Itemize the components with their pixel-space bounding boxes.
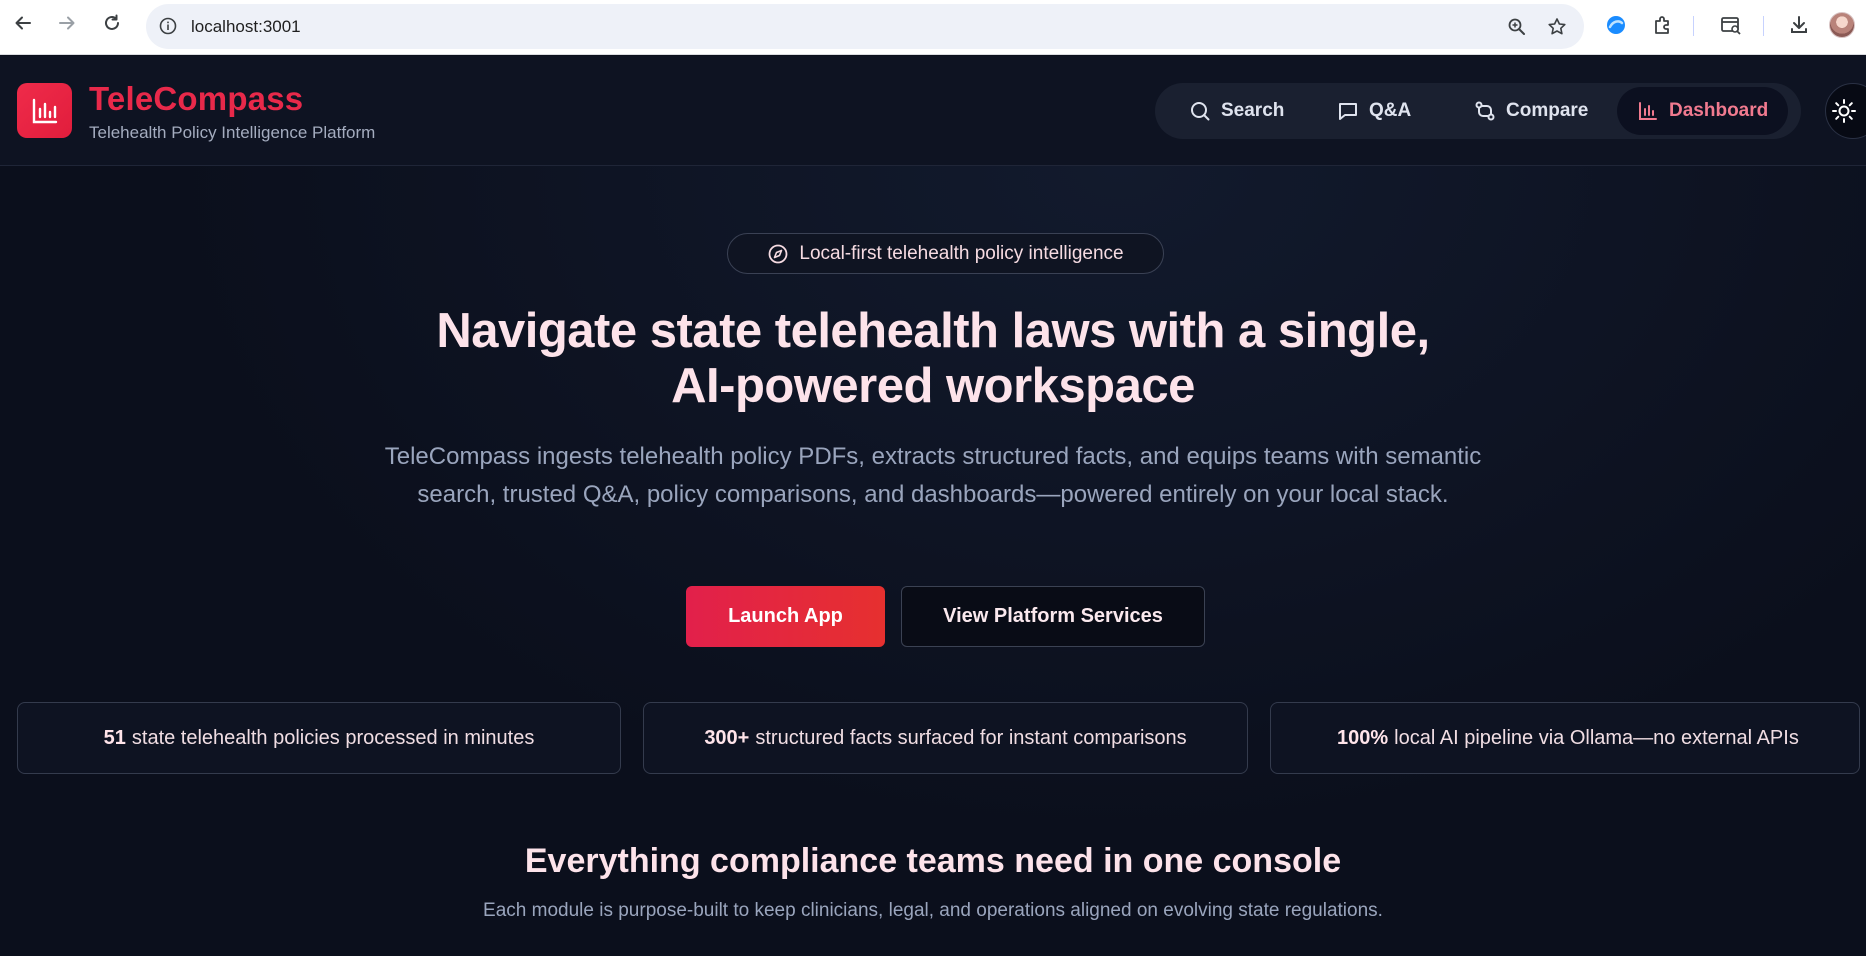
- bar-chart-icon: [1639, 102, 1657, 120]
- main-content: Local-first telehealth policy intelligen…: [0, 166, 1866, 956]
- extension-blue-icon[interactable]: [1603, 12, 1629, 38]
- sun-icon: [1832, 99, 1856, 123]
- hero-description: TeleCompass ingests telehealth policy PD…: [384, 443, 1482, 508]
- profile-avatar[interactable]: [1829, 12, 1855, 38]
- browser-toolbar: localhost:3001: [0, 0, 1866, 55]
- site-info-icon[interactable]: [158, 16, 178, 36]
- brand-subtitle: Telehealth Policy Intelligence Platform: [89, 123, 376, 142]
- nav-item-dashboard[interactable]: Dashboard: [1617, 87, 1789, 135]
- chat-icon: [1339, 103, 1357, 120]
- compass-icon: [768, 244, 788, 263]
- search-icon: [1191, 102, 1210, 121]
- stat-card: 100% local AI pipeline via Ollama—no ext…: [1270, 702, 1860, 774]
- toolbar-divider: [1693, 16, 1694, 36]
- features-description: Each module is purpose-built to keep cli…: [483, 900, 1383, 921]
- nav-label-compare: Compare: [1506, 100, 1589, 121]
- tab-search-icon[interactable]: [1718, 12, 1744, 38]
- hero-badge: Local-first telehealth policy intelligen…: [727, 233, 1164, 274]
- stat-card: 300+ structured facts surfaced for insta…: [643, 702, 1248, 774]
- zoom-icon[interactable]: [1506, 16, 1528, 38]
- stat-value: 51: [103, 726, 126, 749]
- nav-label-search: Search: [1221, 100, 1285, 121]
- extensions-puzzle-icon[interactable]: [1650, 12, 1676, 38]
- back-arrow-icon[interactable]: [12, 12, 34, 34]
- nav-item-compare[interactable]: Compare: [1454, 87, 1608, 135]
- hero-title-line1: Navigate state telehealth laws with a si…: [436, 304, 1430, 358]
- address-bar[interactable]: localhost:3001: [146, 4, 1584, 49]
- toolbar-divider: [1763, 16, 1764, 36]
- nav-item-qa[interactable]: Q&A: [1317, 87, 1431, 135]
- nav-label-qa: Q&A: [1369, 100, 1412, 121]
- theme-toggle-button[interactable]: [1825, 83, 1866, 139]
- hero-badge-text: Local-first telehealth policy intelligen…: [799, 242, 1124, 264]
- stat-card: 51 state telehealth policies processed i…: [17, 702, 621, 774]
- hero-title: Navigate state telehealth laws with a si…: [333, 304, 1533, 414]
- url-text[interactable]: localhost:3001: [191, 17, 301, 37]
- nav-label-dashboard: Dashboard: [1669, 100, 1769, 121]
- main-nav: Search Q&A Compare Dashboard: [1155, 83, 1801, 139]
- logo-bar-chart-icon[interactable]: [17, 83, 72, 138]
- reload-icon[interactable]: [101, 12, 123, 34]
- bookmark-star-icon[interactable]: [1546, 16, 1568, 38]
- nav-item-search[interactable]: Search: [1169, 87, 1304, 135]
- view-platform-services-button[interactable]: View Platform Services: [901, 586, 1205, 647]
- brand-title[interactable]: TeleCompass: [89, 80, 303, 118]
- launch-app-button[interactable]: Launch App: [686, 586, 885, 647]
- app-header: TeleCompass Telehealth Policy Intelligen…: [0, 56, 1866, 166]
- compare-icon: [1475, 101, 1495, 121]
- hero-title-line2: AI-powered workspace: [671, 359, 1195, 413]
- forward-arrow-icon[interactable]: [56, 12, 78, 34]
- features-title: Everything compliance teams need in one …: [524, 842, 1342, 880]
- stat-value: 300+: [704, 726, 750, 749]
- stat-value: 100%: [1337, 726, 1389, 749]
- download-icon[interactable]: [1786, 12, 1812, 38]
- stat-text: local AI pipeline via Ollama—no external…: [1394, 726, 1799, 749]
- stat-text: state telehealth policies processed in m…: [131, 726, 535, 749]
- stat-text: structured facts surfaced for instant co…: [755, 726, 1187, 749]
